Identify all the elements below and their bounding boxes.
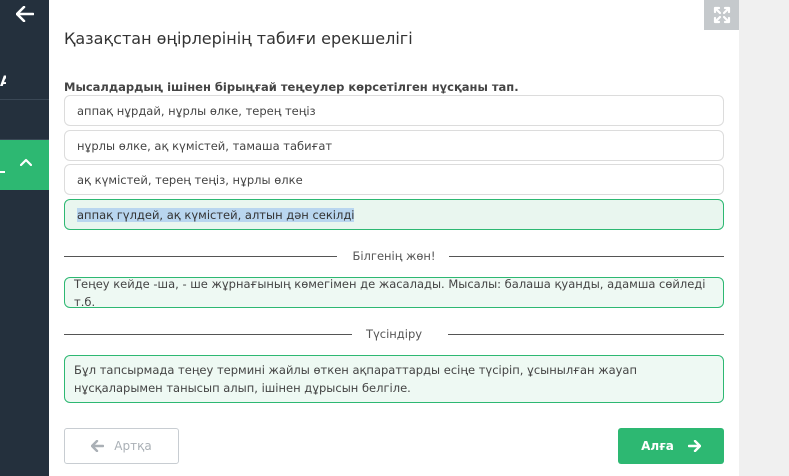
know-text: Теңеу кейде -ша, - ше жұрнағының көмегім…: [74, 276, 706, 309]
answer-option[interactable]: нұрлы өлке, ақ күмістей, тамаша табиғат: [64, 130, 724, 161]
divider-line: [448, 334, 724, 335]
sidebar-item[interactable]: [0, 100, 49, 140]
answer-option-label: нұрлы өлке, ақ күмістей, тамаша табиғат: [77, 138, 333, 153]
chevron-up-icon: [20, 158, 32, 166]
sidebar-item-active[interactable]: [0, 140, 49, 190]
next-button-label: Алға: [641, 439, 674, 453]
question-text: Мысалдардың ішінен бірыңғай теңеулер көр…: [64, 80, 519, 94]
explain-divider: Түсіндіру: [64, 327, 724, 343]
next-button[interactable]: Алға: [618, 428, 724, 464]
back-button-label: Артқа: [114, 439, 152, 453]
know-infobox: Теңеу кейде -ша, - ше жұрнағының көмегім…: [64, 276, 724, 309]
arrow-right-icon: [687, 440, 701, 452]
divider-line: [449, 256, 724, 257]
sidebar-item[interactable]: А: [0, 28, 49, 100]
sidebar-item-label: А: [0, 74, 6, 90]
answer-option-label: аппақ нұрдай, нұрлы өлке, терең теңіз: [77, 103, 316, 118]
explain-text: Бұл тапсырмада теңеу термині жайлы өткен…: [74, 363, 637, 395]
back-button[interactable]: Артқа: [64, 428, 179, 464]
answer-option[interactable]: ақ күмістей, терең теңіз, нұрлы өлке: [64, 164, 724, 195]
sidebar: А: [0, 0, 49, 476]
page-title: Қазақстан өңірлерінің табиғи ерекшелігі: [64, 29, 413, 48]
answer-option-label: аппақ гүлдей, ақ күмістей, алтын дән сек…: [77, 207, 355, 222]
expand-icon: [713, 6, 730, 24]
fullscreen-button[interactable]: [704, 0, 739, 30]
explain-infobox: Бұл тапсырмада теңеу термині жайлы өткен…: [64, 355, 724, 403]
arrow-left-icon: [91, 440, 105, 452]
answer-option[interactable]: аппақ нұрдай, нұрлы өлке, терең теңіз: [64, 95, 724, 126]
sidebar-active-marker: [0, 171, 5, 173]
back-navigation-button[interactable]: [0, 0, 49, 28]
know-divider: Білгенің жөн!: [64, 249, 724, 265]
arrow-left-icon: [15, 6, 34, 22]
right-margin-panel: [739, 0, 789, 476]
answer-option-label: ақ күмістей, терең теңіз, нұрлы өлке: [77, 172, 303, 187]
answer-option-selected[interactable]: аппақ гүлдей, ақ күмістей, алтын дән сек…: [64, 199, 724, 230]
